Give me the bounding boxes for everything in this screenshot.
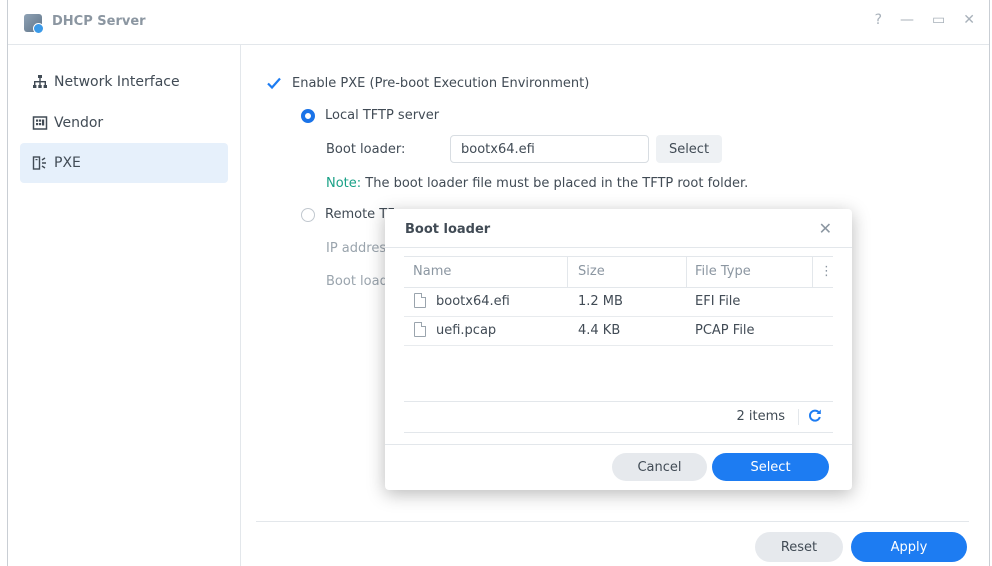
sidebar-item-vendor[interactable]: Vendor [20,103,228,143]
file-size: 4.4 KB [578,323,621,338]
maximize-icon[interactable]: ▭ [932,12,945,28]
dialog-select-button[interactable]: Select [712,453,829,481]
dialog-header-divider [385,247,852,248]
window-controls: ? — ▭ ✕ [875,12,975,28]
sidebar-item-label: Vendor [54,115,104,131]
local-tftp-radio[interactable] [301,108,315,123]
dialog-title: Boot loader [405,222,491,237]
table-footer: 2 items [404,401,833,433]
sidebar-item-pxe[interactable]: PXE [20,143,228,183]
remote-tftp-row: Remote TF [301,207,395,222]
file-icon [414,322,426,337]
file-type: PCAP File [695,323,755,338]
column-options-icon[interactable]: ⋮ [820,264,833,279]
window-title: DHCP Server [52,14,146,29]
table-row[interactable]: bootx64.efi 1.2 MB EFI File [404,288,833,317]
enable-pxe-label: Enable PXE (Pre-boot Execution Environme… [292,75,590,91]
enable-pxe-row: Enable PXE (Pre-boot Execution Environme… [266,75,589,91]
sidebar-item-label: Network Interface [54,74,180,90]
table-header: Name Size File Type ⋮ [404,256,833,288]
note-prefix: Note: [326,176,362,191]
note-text: The boot loader file must be placed in t… [361,176,749,191]
dialog-close-icon[interactable]: ✕ [819,219,832,238]
dialog-cancel-button[interactable]: Cancel [612,453,707,481]
reset-button[interactable]: Reset [755,532,843,562]
title-bar: DHCP Server ? — ▭ ✕ [8,0,989,45]
boot-loader-label: Boot loader: [326,142,406,157]
boot-loader-select-button[interactable]: Select [656,135,722,163]
minimize-icon[interactable]: — [900,12,914,28]
item-count: 2 items [736,409,785,424]
file-icon [414,293,426,308]
boot-loader-dialog: Boot loader ✕ Name Size File Type ⋮ boot… [385,209,852,490]
column-header-size[interactable]: Size [578,264,605,279]
file-name: bootx64.efi [436,294,510,309]
remote-tftp-radio[interactable] [301,207,315,222]
help-icon[interactable]: ? [875,12,882,28]
file-name: uefi.pcap [436,323,497,338]
vendor-icon [32,115,48,131]
local-tftp-label: Local TFTP server [325,108,440,123]
file-type: EFI File [695,294,741,309]
enable-pxe-checkbox[interactable] [266,75,282,91]
file-table: Name Size File Type ⋮ bootx64.efi 1.2 MB… [404,256,833,346]
footer-divider [256,521,969,522]
column-header-name[interactable]: Name [413,264,451,279]
dialog-footer-divider [385,444,852,445]
close-icon[interactable]: ✕ [963,12,975,28]
sidebar: Network Interface Vendor PXE [8,45,241,566]
sidebar-item-network-interface[interactable]: Network Interface [20,62,228,102]
dhcp-server-app-icon [24,14,44,34]
file-size: 1.2 MB [578,294,623,309]
table-row[interactable]: uefi.pcap 4.4 KB PCAP File [404,317,833,346]
pxe-icon [32,155,48,171]
boot-loader-note: Note: The boot loader file must be place… [326,176,748,191]
local-tftp-row: Local TFTP server [301,108,439,123]
boot-loader-field[interactable]: bootx64.efi [450,135,649,163]
apply-button[interactable]: Apply [851,532,967,562]
network-icon [32,74,48,90]
ip-address-label: IP address [326,241,393,256]
column-header-file-type[interactable]: File Type [695,264,751,279]
refresh-icon[interactable] [807,407,823,423]
sidebar-item-label: PXE [54,155,81,171]
